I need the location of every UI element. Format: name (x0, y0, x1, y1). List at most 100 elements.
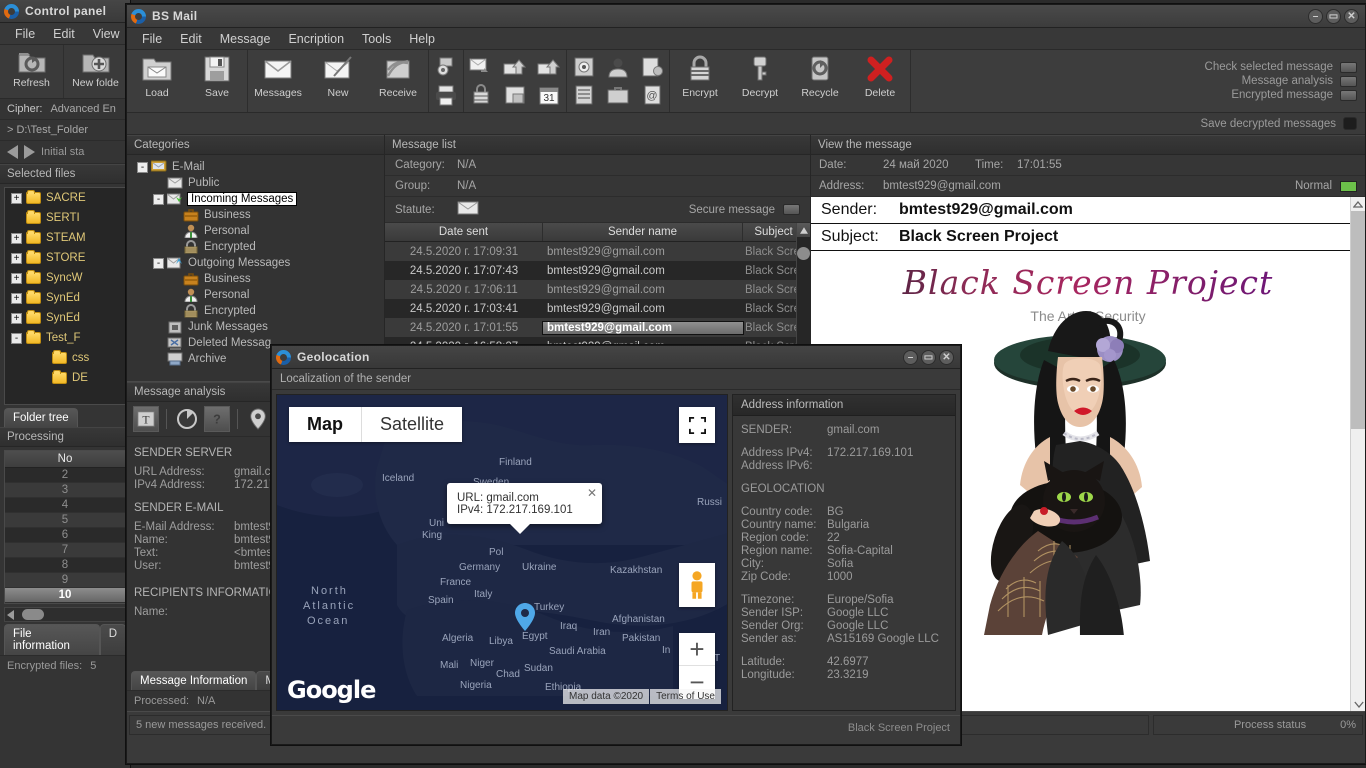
tree-expander[interactable]: - (153, 194, 164, 205)
refresh-button[interactable]: Refresh (0, 45, 64, 98)
switch-message-analysis[interactable]: Message analysis (1205, 75, 1357, 87)
address-book-group[interactable]: @ (635, 50, 669, 112)
processing-grid-row[interactable]: 9 (5, 573, 125, 588)
toggle-switch[interactable] (1340, 76, 1357, 87)
tree-expander[interactable]: - (153, 258, 164, 269)
folder-tree[interactable]: +SACRESERTI+STEAM+STORE+SyncW+SynEd+SynE… (4, 187, 126, 405)
zoom-in-button[interactable]: + (679, 633, 715, 666)
close-button[interactable]: ✕ (939, 350, 954, 365)
map-pin-icon[interactable] (245, 406, 271, 432)
switch-encrypted-message[interactable]: Encrypted message (1205, 89, 1357, 101)
message-row[interactable]: 24.5.2020 г. 17:07:43bmtest929@gmail.com… (385, 261, 810, 280)
column-sender-name[interactable]: Sender name (543, 223, 743, 241)
tab-folder-tree[interactable]: Folder tree (4, 408, 78, 427)
scroll-down-arrow-icon[interactable] (1351, 697, 1365, 711)
load-button[interactable]: Load (127, 50, 187, 112)
category-node-business[interactable]: Business (133, 207, 384, 223)
control-panel-menubar[interactable]: File Edit View Enc (0, 23, 130, 45)
hscroll-thumb[interactable] (22, 609, 44, 620)
tree-expander[interactable]: + (11, 253, 22, 264)
folder-tree-node[interactable]: +SynEd (5, 308, 125, 328)
maximize-button[interactable]: ▭ (921, 350, 936, 365)
pegman-streetview-button[interactable] (679, 563, 715, 607)
folder-tree-node[interactable]: +SACRE (5, 188, 125, 208)
menu-file[interactable]: File (133, 30, 171, 48)
menu-edit[interactable]: Edit (171, 30, 211, 48)
reply-forward-group[interactable] (464, 50, 498, 112)
folder-tree-node[interactable]: +SynEd (5, 288, 125, 308)
tab-file-information-2[interactable]: D (100, 624, 126, 655)
processing-grid-row[interactable]: 4 (5, 498, 125, 513)
processing-hscrollbar[interactable] (4, 607, 126, 622)
category-node-incoming-messages[interactable]: -Incoming Messages (133, 191, 384, 207)
scroll-up-arrow-icon[interactable] (797, 223, 810, 237)
message-body-scrollbar[interactable] (1350, 197, 1365, 711)
hscroll-left-arrow-icon[interactable] (7, 610, 14, 620)
encrypt-button[interactable]: Encrypt (670, 50, 730, 112)
new-button[interactable]: New (308, 50, 368, 112)
scroll-up-arrow-icon[interactable] (1351, 197, 1365, 211)
maximize-button[interactable]: ▭ (1326, 9, 1341, 24)
folder-tree-node[interactable]: SERTI (5, 208, 125, 228)
save-decrypted-toggle[interactable] (1343, 117, 1357, 130)
menu-view[interactable]: View (84, 25, 129, 43)
tree-expander[interactable]: + (11, 193, 22, 204)
menu-message[interactable]: Message (211, 30, 280, 48)
folder-tree-node[interactable]: +STORE (5, 248, 125, 268)
map-canvas[interactable]: IcelandFinlandSwedenRussiUniKingPolGerma… (276, 394, 728, 711)
folder-tree-node[interactable]: +STEAM (5, 228, 125, 248)
pie-chart-icon[interactable] (174, 406, 200, 432)
category-node-public[interactable]: Public (133, 175, 384, 191)
toggle-switch[interactable] (1340, 62, 1357, 73)
tree-expander[interactable]: + (11, 293, 22, 304)
category-node-encrypted[interactable]: Encrypted (133, 303, 384, 319)
tree-expander[interactable]: - (137, 162, 148, 173)
tab-message-information[interactable]: Message Information (131, 671, 256, 690)
tab-file-information[interactable]: File information (4, 624, 100, 655)
message-row[interactable]: 24.5.2020 г. 17:06:11bmtest929@gmail.com… (385, 280, 810, 299)
category-node-e-mail[interactable]: -E-Mail (133, 159, 384, 175)
processing-grid-row[interactable]: 7 (5, 543, 125, 558)
toggle-switch[interactable] (1340, 90, 1357, 101)
question-help-icon[interactable]: ? (204, 406, 230, 432)
tab-satellite[interactable]: Satellite (362, 407, 462, 442)
processing-grid-row[interactable]: 5 (5, 513, 125, 528)
fullscreen-button[interactable] (679, 407, 715, 443)
new-folder-button[interactable]: New folde (64, 45, 128, 98)
menu-edit[interactable]: Edit (44, 25, 84, 43)
recycle-button[interactable]: Recycle (790, 50, 850, 112)
processing-grid-row[interactable]: 8 (5, 558, 125, 573)
switch-check-selected-message[interactable]: Check selected message (1205, 61, 1357, 73)
category-node-business[interactable]: Business (133, 271, 384, 287)
contact-briefcase-group[interactable] (601, 50, 635, 112)
tree-expander[interactable]: - (11, 333, 22, 344)
processing-grid[interactable]: No 2345678910 (4, 450, 126, 604)
menu-tools[interactable]: Tools (353, 30, 400, 48)
tree-expander[interactable]: + (11, 273, 22, 284)
secure-message-toggle[interactable] (783, 204, 800, 215)
tab-map[interactable]: Map (289, 407, 362, 442)
settings-button[interactable] (429, 50, 463, 112)
processing-grid-row[interactable]: 6 (5, 528, 125, 543)
processing-grid-row[interactable]: 2 (5, 468, 125, 483)
category-node-personal[interactable]: Personal (133, 287, 384, 303)
minimize-button[interactable]: – (1308, 9, 1323, 24)
folder-tree-node[interactable]: +SyncW (5, 268, 125, 288)
terms-of-use-link[interactable]: Terms of Use (650, 689, 721, 704)
menu-encription[interactable]: Encription (279, 30, 353, 48)
forward-archive-group[interactable] (498, 50, 532, 112)
category-node-outgoing-messages[interactable]: -Outgoing Messages (133, 255, 384, 271)
close-button[interactable]: ✕ (1344, 9, 1359, 24)
folder-tree-node[interactable]: DE (5, 368, 125, 388)
folder-tree-node[interactable]: -Test_F (5, 328, 125, 348)
bs-mail-menubar[interactable]: File Edit Message Encription Tools Help (127, 28, 1365, 50)
processing-grid-row[interactable]: 3 (5, 483, 125, 498)
scrollbar-thumb[interactable] (797, 247, 810, 260)
message-row[interactable]: 24.5.2020 г. 17:01:55bmtest929@gmail.com… (385, 318, 810, 337)
send-calendar-group[interactable]: 31 (532, 50, 566, 112)
menu-help[interactable]: Help (400, 30, 444, 48)
back-arrow-icon[interactable] (7, 145, 18, 159)
close-icon[interactable]: ✕ (587, 486, 597, 500)
tree-expander[interactable]: + (11, 313, 22, 324)
receive-button[interactable]: Receive (368, 50, 428, 112)
